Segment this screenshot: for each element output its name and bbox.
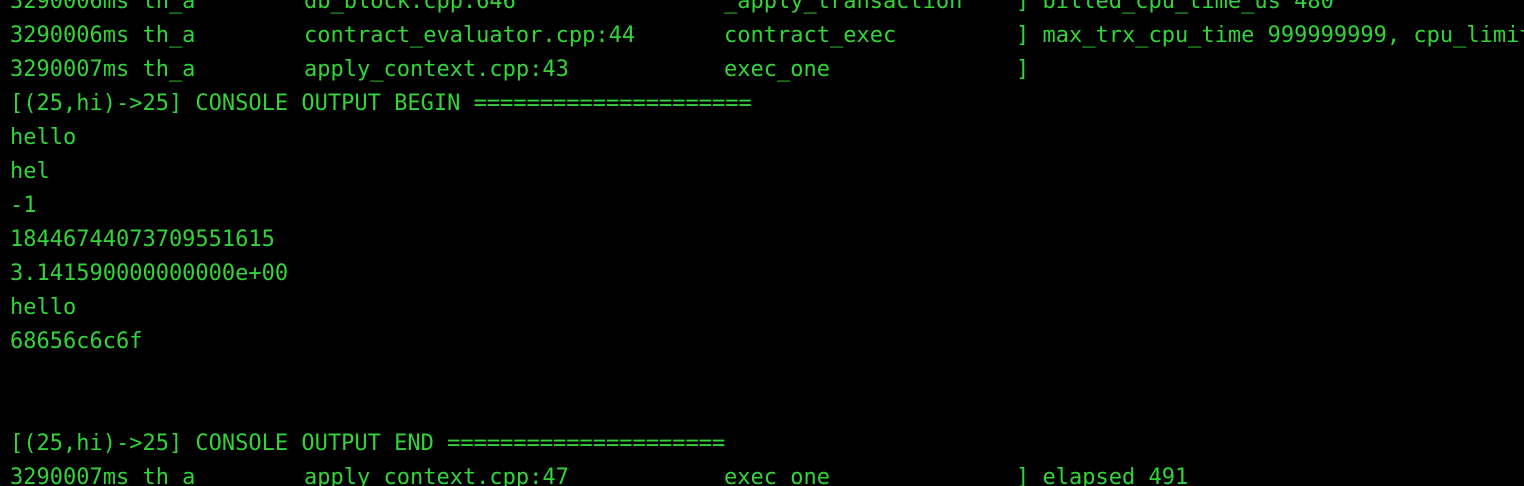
log-function: exec_one (724, 465, 830, 486)
log-time-thread: 3290007ms th_a (10, 57, 196, 82)
log-time-thread: 3290006ms th_a (10, 0, 196, 14)
console-output-line: -1 (10, 193, 37, 218)
log-source-file: apply_context.cpp:43 (304, 57, 569, 82)
log-time-thread: 3290007ms th_a (10, 465, 196, 486)
log-line: 3290007ms th_a apply_context.cpp:47 exec… (10, 461, 1524, 486)
log-time-thread: 3290006ms th_a (10, 23, 196, 48)
log-message: ] max_trx_cpu_time 999999999, cpu_limit (1016, 23, 1524, 48)
console-output-line: 3.141590000000000e+00 (10, 261, 289, 286)
log-function: _apply_transaction (724, 0, 963, 14)
log-line-partial: 3290006ms th_a db_block.cpp:646 _apply_t… (10, 0, 1524, 19)
log-function: contract_exec (724, 23, 897, 48)
console-output-line: hello (10, 125, 77, 150)
console-output-line: 68656c6c6f (10, 329, 143, 354)
log-message: ] billed_cpu_time_us 480 (1016, 0, 1334, 14)
log-line: 3290006ms th_a contract_evaluator.cpp:44… (10, 19, 1524, 53)
console-output-line: hello (10, 295, 77, 320)
console-output-blank (10, 359, 1524, 393)
terminal-window: 3290006ms th_a db_block.cpp:646 _apply_t… (10, 0, 1524, 486)
console-output-line: hel (10, 159, 50, 184)
log-function: exec_one (724, 57, 830, 82)
log-source-file: apply_context.cpp:47 (304, 465, 569, 486)
log-source-file: db_block.cpp:646 (304, 0, 516, 14)
log-line: 3290007ms th_a apply_context.cpp:43 exec… (10, 53, 1524, 87)
console-output-blank (10, 393, 1524, 427)
log-message: ] (1016, 57, 1030, 82)
console-output-begin: [(25,hi)->25] CONSOLE OUTPUT BEGIN =====… (10, 91, 752, 116)
console-output-line: 18446744073709551615 (10, 227, 275, 252)
log-source-file: contract_evaluator.cpp:44 (304, 23, 636, 48)
console-output-end: [(25,hi)->25] CONSOLE OUTPUT END =======… (10, 431, 726, 456)
log-message: ] elapsed 491 (1016, 465, 1189, 486)
